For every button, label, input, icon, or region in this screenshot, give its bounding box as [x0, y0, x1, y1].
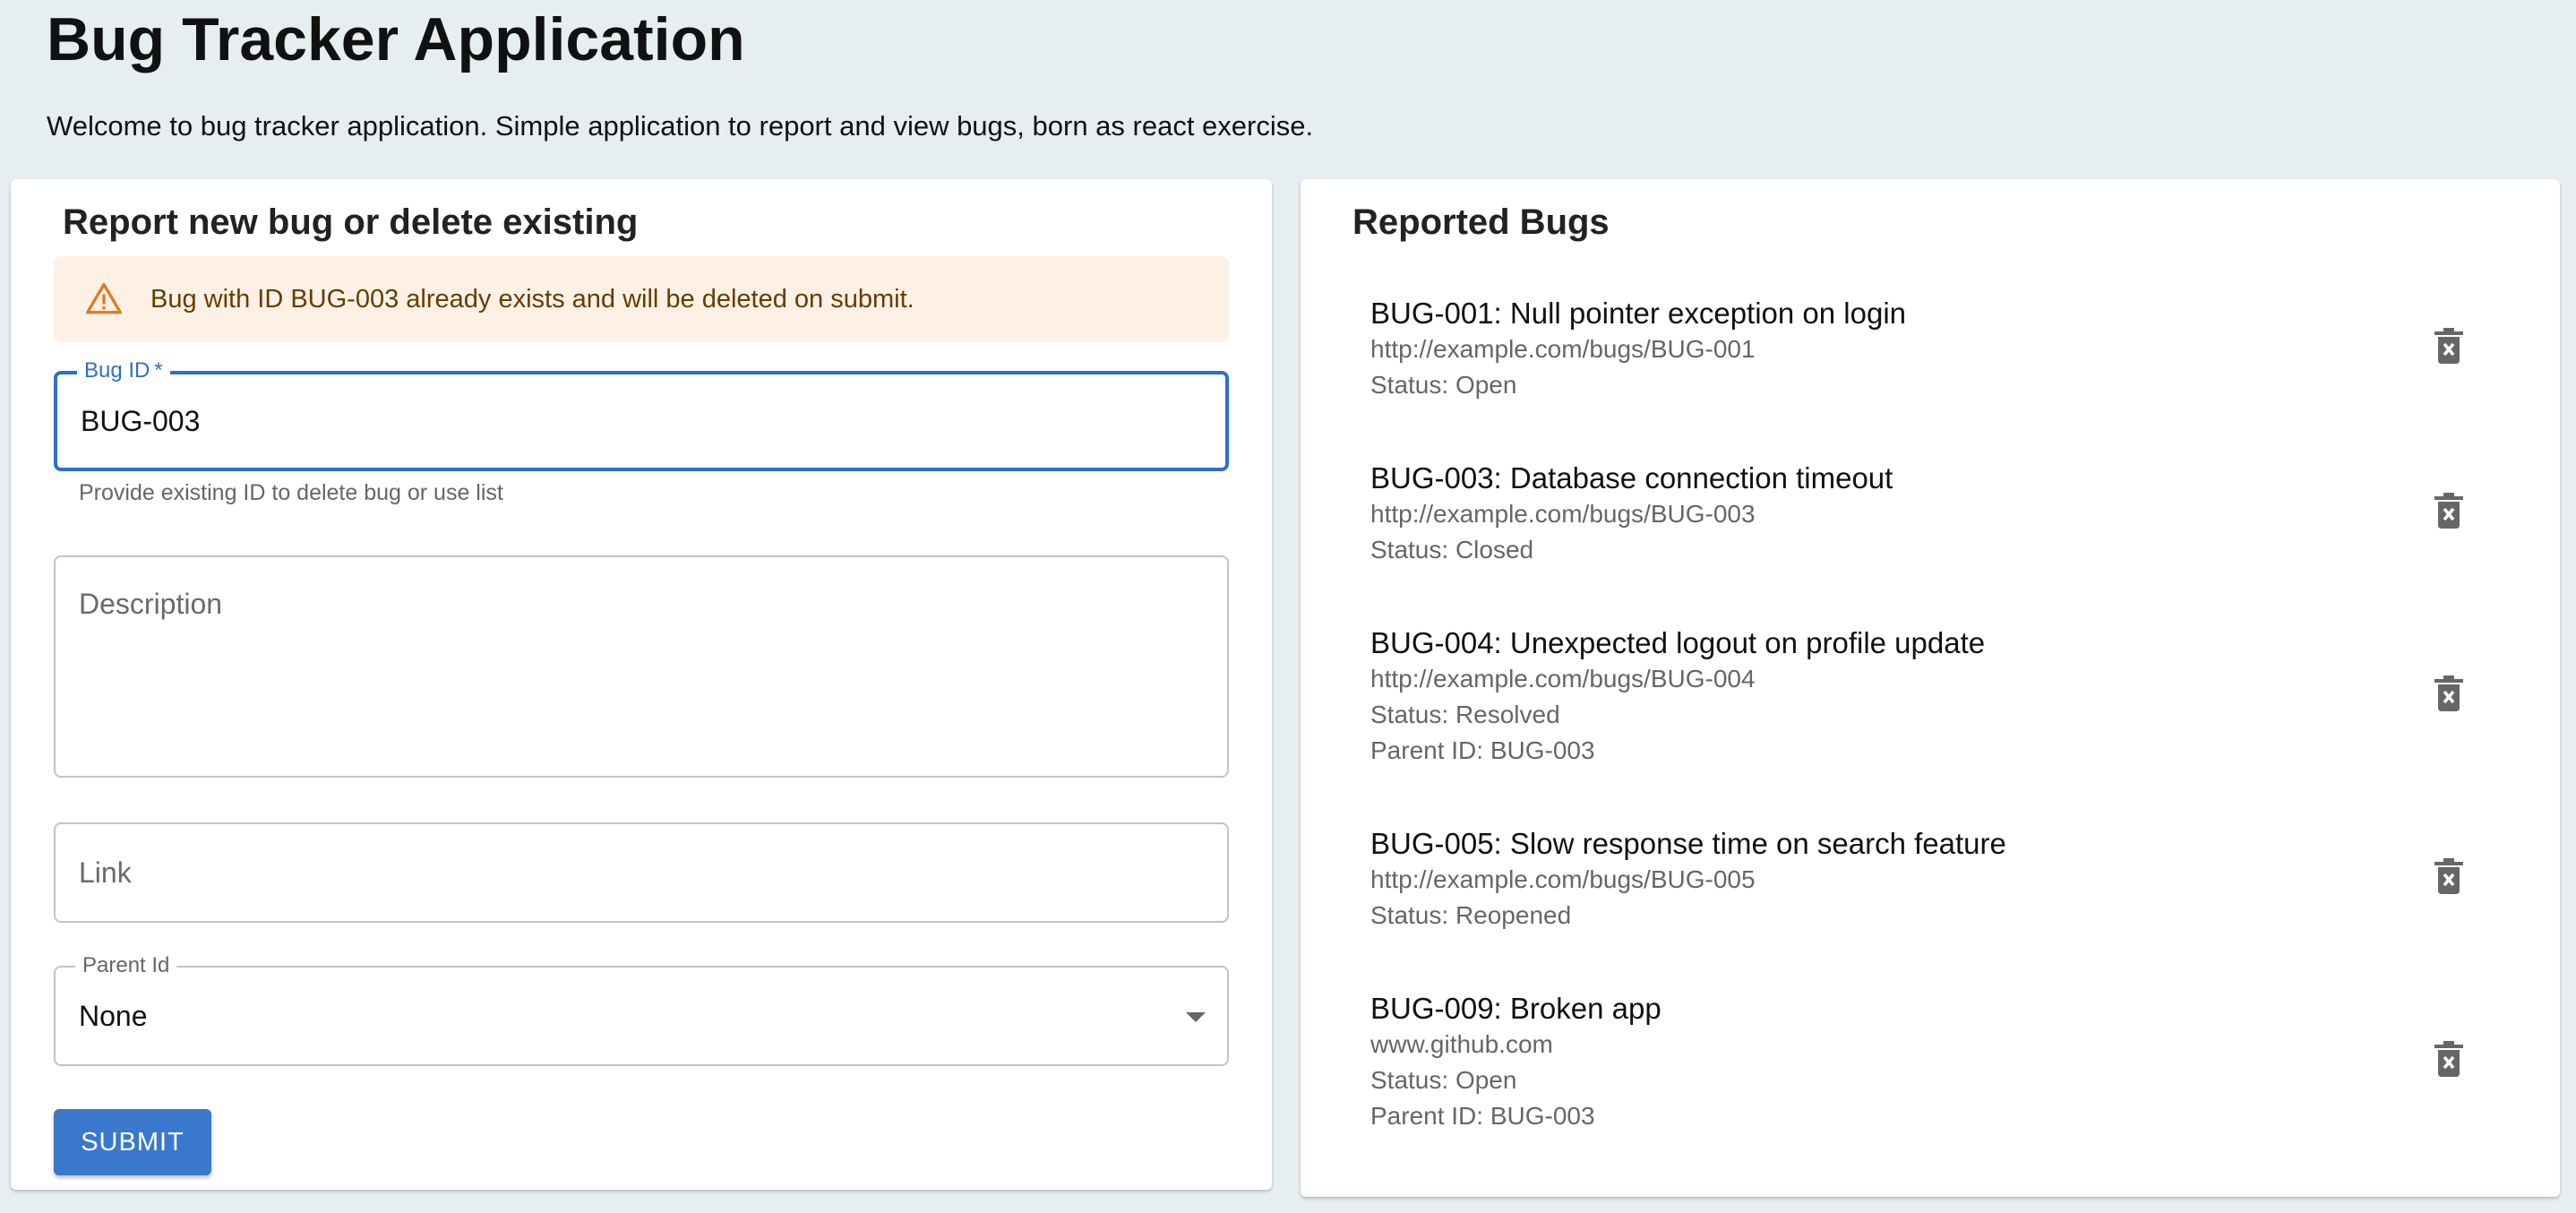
dropdown-arrow-icon[interactable] — [1186, 1012, 1206, 1022]
app-title: Bug Tracker Application — [47, 5, 745, 73]
delete-bug-button[interactable] — [2427, 1037, 2470, 1080]
bug-status: Status: Closed — [1370, 536, 1534, 563]
bug-title: BUG-005: Slow response time on search fe… — [1370, 827, 2006, 860]
delete-icon[interactable] — [2433, 858, 2465, 894]
bug-status: Status: Open — [1370, 371, 1517, 399]
delete-bug-button[interactable] — [2427, 672, 2470, 715]
bug-list-item[interactable]: BUG-001: Null pointer exception on login… — [1370, 296, 2481, 403]
delete-icon[interactable] — [2433, 1041, 2465, 1077]
bug-title: BUG-004: Unexpected logout on profile up… — [1370, 626, 1986, 659]
submit-button[interactable]: SUBMIT — [54, 1109, 211, 1175]
bug-link: www.github.com — [1370, 1030, 1553, 1058]
bug-list-item[interactable]: BUG-003: Database connection timeout http… — [1370, 460, 2481, 568]
warning-icon — [86, 282, 122, 314]
bug-id-label: Bug ID * — [77, 358, 170, 383]
link-placeholder: Link — [79, 856, 132, 889]
duplicate-warning-alert: Bug with ID BUG-003 already exists and w… — [54, 256, 1229, 342]
bug-list-item[interactable]: BUG-005: Slow response time on search fe… — [1370, 826, 2481, 933]
bug-list-item[interactable]: BUG-004: Unexpected logout on profile up… — [1370, 625, 2481, 769]
bug-link: http://example.com/bugs/BUG-001 — [1370, 335, 1756, 363]
delete-bug-button[interactable] — [2427, 855, 2470, 898]
parent-id-value[interactable]: None — [79, 1000, 148, 1033]
bug-id-helper-text: Provide existing ID to delete bug or use… — [79, 480, 503, 505]
delete-icon[interactable] — [2433, 328, 2465, 364]
bug-link: http://example.com/bugs/BUG-004 — [1370, 665, 1756, 693]
parent-id-label: Parent Id — [75, 953, 177, 978]
bug-list-item[interactable]: BUG-009: Broken app www.github.com Status:… — [1370, 991, 2481, 1134]
report-bug-title: Report new bug or delete existing — [63, 202, 639, 242]
delete-bug-button[interactable] — [2427, 489, 2470, 532]
bug-parent-id: Parent ID: BUG-003 — [1370, 736, 1595, 764]
parent-id-select[interactable]: Parent Id None — [54, 953, 1229, 1066]
delete-icon[interactable] — [2433, 493, 2465, 529]
bug-id-value[interactable]: BUG-003 — [81, 405, 200, 438]
bug-link: http://example.com/bugs/BUG-003 — [1370, 500, 1756, 528]
warning-text: Bug with ID BUG-003 already exists and w… — [150, 284, 914, 314]
delete-icon[interactable] — [2433, 675, 2465, 711]
reported-bugs-panel: Reported Bugs BUG-001: Null pointer exce… — [1301, 179, 2560, 1197]
bug-status: Status: Resolved — [1370, 701, 1560, 728]
bug-id-field[interactable]: Bug ID * BUG-003 — [54, 358, 1229, 471]
bug-link: http://example.com/bugs/BUG-005 — [1370, 865, 1756, 893]
bug-list: BUG-001: Null pointer exception on login… — [1301, 179, 2560, 1197]
delete-bug-button[interactable] — [2427, 324, 2470, 367]
bug-title: BUG-009: Broken app — [1370, 992, 1662, 1025]
bug-title: BUG-001: Null pointer exception on login — [1370, 297, 1907, 330]
report-bug-panel: Report new bug or delete existing Bug wi… — [11, 179, 1272, 1190]
description-field[interactable]: Description — [54, 555, 1229, 778]
description-placeholder: Description — [79, 588, 223, 620]
app-subtitle: Welcome to bug tracker application. Simp… — [47, 110, 1314, 142]
bug-parent-id: Parent ID: BUG-003 — [1370, 1102, 1595, 1130]
bug-status: Status: Reopened — [1370, 901, 1572, 929]
link-field[interactable]: Link — [54, 822, 1229, 923]
bug-title: BUG-003: Database connection timeout — [1370, 461, 1893, 495]
bug-status: Status: Open — [1370, 1066, 1517, 1094]
